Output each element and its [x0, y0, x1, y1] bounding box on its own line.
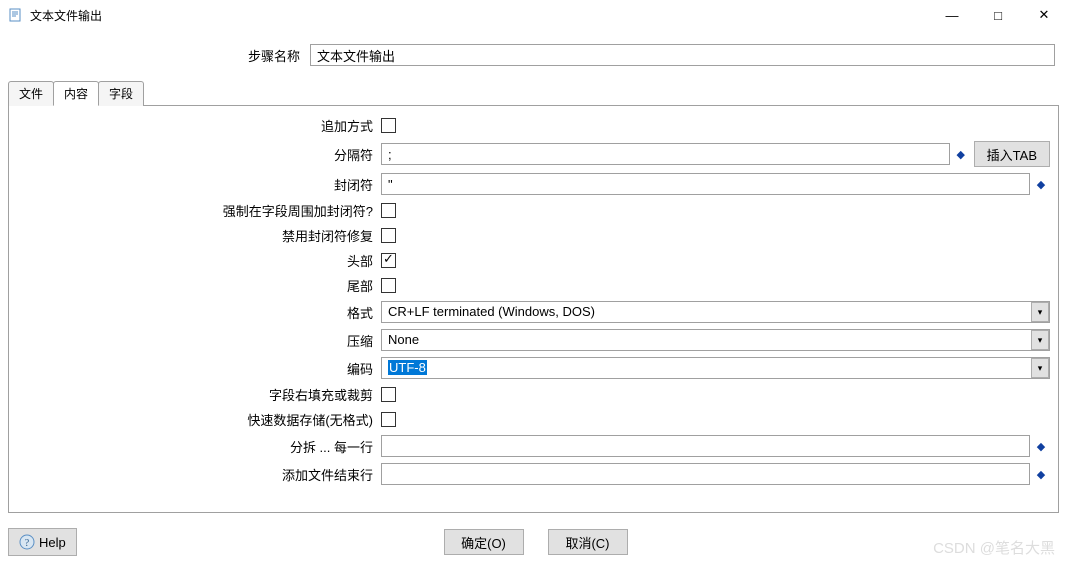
select-compression[interactable]: None ▾	[381, 329, 1050, 351]
insert-tab-button[interactable]: 插入TAB	[974, 141, 1050, 167]
row-pad: 字段右填充或裁剪	[17, 385, 1050, 404]
bottom-bar: ? Help 确定(O) 取消(C)	[8, 528, 1059, 556]
help-icon: ?	[19, 534, 35, 550]
step-name-row: 步骤名称	[0, 30, 1067, 74]
label-disable-enclosure-fix: 禁用封闭符修复	[17, 226, 379, 245]
tab-page-content: 追加方式 分隔符 ◆ 插入TAB 封闭符 ◆ 强制在字段周围加封闭符? 禁用封闭…	[8, 105, 1059, 513]
minimize-button[interactable]: —	[929, 0, 975, 30]
row-compression: 压缩 None ▾	[17, 329, 1050, 351]
maximize-button[interactable]: □	[975, 0, 1021, 30]
var-icon-enclosure[interactable]: ◆	[1032, 173, 1050, 195]
checkbox-append[interactable]	[381, 118, 396, 133]
label-encoding: 编码	[17, 359, 379, 378]
select-compression-value: None	[381, 329, 1050, 351]
row-header: 头部	[17, 251, 1050, 270]
label-compression: 压缩	[17, 331, 379, 350]
center-buttons: 确定(O) 取消(C)	[440, 529, 628, 555]
input-end-line[interactable]	[381, 463, 1030, 485]
checkbox-header[interactable]	[381, 253, 396, 268]
label-force-enclosure: 强制在字段周围加封闭符?	[17, 201, 379, 220]
label-format: 格式	[17, 303, 379, 322]
label-append: 追加方式	[17, 116, 379, 135]
window-buttons: — □ ✕	[929, 0, 1067, 30]
var-icon-separator[interactable]: ◆	[952, 143, 970, 165]
tab-file[interactable]: 文件	[8, 81, 54, 106]
row-split: 分拆 ... 每一行 ◆	[17, 435, 1050, 457]
titlebar: 文本文件输出 — □ ✕	[0, 0, 1067, 30]
step-name-input[interactable]	[310, 44, 1055, 66]
select-format-value: CR+LF terminated (Windows, DOS)	[381, 301, 1050, 323]
checkbox-fast-dump[interactable]	[381, 412, 396, 427]
ok-button[interactable]: 确定(O)	[444, 529, 524, 555]
input-enclosure[interactable]	[381, 173, 1030, 195]
row-end-line: 添加文件结束行 ◆	[17, 463, 1050, 485]
cancel-button[interactable]: 取消(C)	[548, 529, 628, 555]
row-format: 格式 CR+LF terminated (Windows, DOS) ▾	[17, 301, 1050, 323]
row-fast-dump: 快速数据存储(无格式)	[17, 410, 1050, 429]
checkbox-pad[interactable]	[381, 387, 396, 402]
checkbox-force-enclosure[interactable]	[381, 203, 396, 218]
select-encoding-value	[381, 357, 1050, 379]
label-enclosure: 封闭符	[17, 175, 379, 194]
label-footer: 尾部	[17, 276, 379, 295]
row-force-enclosure: 强制在字段周围加封闭符?	[17, 201, 1050, 220]
tab-content[interactable]: 内容	[53, 81, 99, 106]
row-footer: 尾部	[17, 276, 1050, 295]
input-separator[interactable]	[381, 143, 950, 165]
label-fast-dump: 快速数据存储(无格式)	[17, 410, 379, 429]
row-append: 追加方式	[17, 116, 1050, 135]
checkbox-disable-enclosure-fix[interactable]	[381, 228, 396, 243]
row-separator: 分隔符 ◆ 插入TAB	[17, 141, 1050, 167]
help-button-label: Help	[39, 535, 66, 550]
label-header: 头部	[17, 251, 379, 270]
tabs: 文件 内容 字段	[8, 80, 1067, 105]
label-separator: 分隔符	[17, 145, 379, 164]
select-encoding[interactable]: ▾	[381, 357, 1050, 379]
row-enclosure: 封闭符 ◆	[17, 173, 1050, 195]
input-split[interactable]	[381, 435, 1030, 457]
checkbox-footer[interactable]	[381, 278, 396, 293]
svg-text:?: ?	[25, 538, 30, 549]
row-disable-enclosure-fix: 禁用封闭符修复	[17, 226, 1050, 245]
step-name-label: 步骤名称	[12, 46, 310, 65]
select-format[interactable]: CR+LF terminated (Windows, DOS) ▾	[381, 301, 1050, 323]
window-title: 文本文件输出	[30, 7, 102, 24]
close-button[interactable]: ✕	[1021, 0, 1067, 30]
var-icon-end-line[interactable]: ◆	[1032, 463, 1050, 485]
var-icon-split[interactable]: ◆	[1032, 435, 1050, 457]
row-encoding: 编码 ▾	[17, 357, 1050, 379]
app-icon	[8, 7, 24, 23]
label-end-line: 添加文件结束行	[17, 465, 379, 484]
tab-fields[interactable]: 字段	[98, 81, 144, 106]
help-button[interactable]: ? Help	[8, 528, 77, 556]
label-pad: 字段右填充或裁剪	[17, 385, 379, 404]
label-split: 分拆 ... 每一行	[17, 437, 379, 456]
